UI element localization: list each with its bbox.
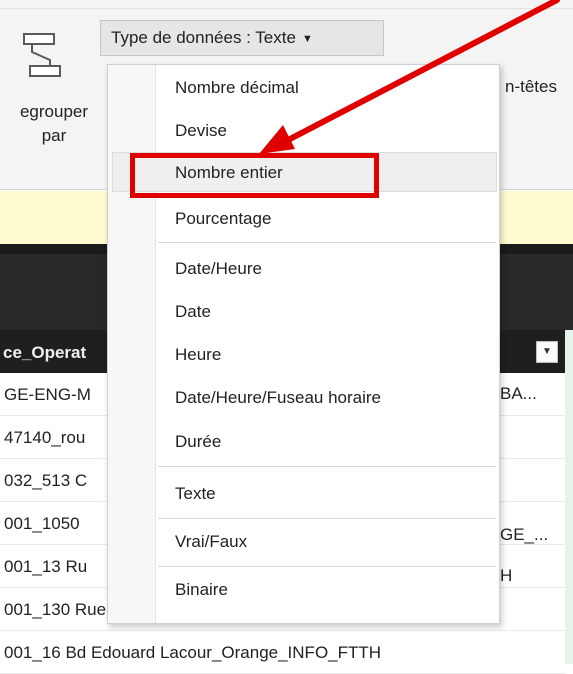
menu-separator	[158, 242, 496, 243]
table-row[interactable]: 001_16 Bd Edouard Lacour_Orange_INFO_FTT…	[0, 631, 565, 674]
menu-icon-gutter	[108, 65, 156, 623]
menu-item-date-heure[interactable]: Date/Heure	[175, 259, 262, 279]
table-cell-right: H	[500, 566, 513, 585]
group-by-label-line2: par	[41, 126, 67, 145]
menu-item-devise[interactable]: Devise	[175, 121, 227, 141]
caret-down-icon: ▼	[301, 33, 313, 45]
menu-separator	[158, 518, 496, 519]
filter-dropdown-icon[interactable]: ▼	[536, 341, 558, 363]
table-cell: 032_513 C	[4, 471, 88, 490]
data-type-menu	[107, 64, 500, 624]
menu-item-pourcentage[interactable]: Pourcentage	[175, 209, 271, 229]
menu-item-vrai-faux[interactable]: Vrai/Faux	[175, 532, 247, 552]
data-type-label: Type de données : Texte	[111, 28, 296, 47]
table-cell: GE-ENG-M	[4, 385, 91, 404]
menu-separator	[158, 466, 496, 467]
menu-item-nombre-decimal[interactable]: Nombre décimal	[175, 78, 299, 98]
table-cell: 001_16 Bd Edouard Lacour_Orange_INFO_FTT…	[4, 643, 382, 662]
annotation-highlight-box	[130, 153, 379, 198]
menu-item-binaire[interactable]: Binaire	[175, 580, 228, 600]
menu-item-heure[interactable]: Heure	[175, 345, 221, 365]
data-type-dropdown-button[interactable]: Type de données : Texte ▼	[100, 20, 384, 56]
menu-item-date-heure-fuseau[interactable]: Date/Heure/Fuseau horaire	[175, 388, 381, 408]
menu-item-duree[interactable]: Durée	[175, 432, 221, 452]
table-cell-right: BA...	[500, 384, 537, 403]
table-cell: 001_13 Ru	[4, 557, 88, 576]
column-accent-strip	[565, 330, 573, 664]
group-by-label-line1: egrouper	[19, 102, 89, 121]
menu-item-texte[interactable]: Texte	[175, 484, 216, 504]
group-by-icon[interactable]	[22, 30, 62, 80]
table-cell-right: GE_...	[500, 525, 549, 544]
ribbon-top-divider	[0, 8, 573, 9]
headers-label[interactable]: n-têtes	[505, 77, 557, 97]
group-by-button[interactable]: egrouper par	[0, 100, 108, 148]
menu-item-date[interactable]: Date	[175, 302, 211, 322]
table-cell: 47140_rou	[4, 428, 86, 447]
menu-separator	[158, 566, 496, 567]
column-header-label: ce_Operat	[3, 343, 87, 362]
table-cell: 001_1050	[4, 514, 80, 533]
